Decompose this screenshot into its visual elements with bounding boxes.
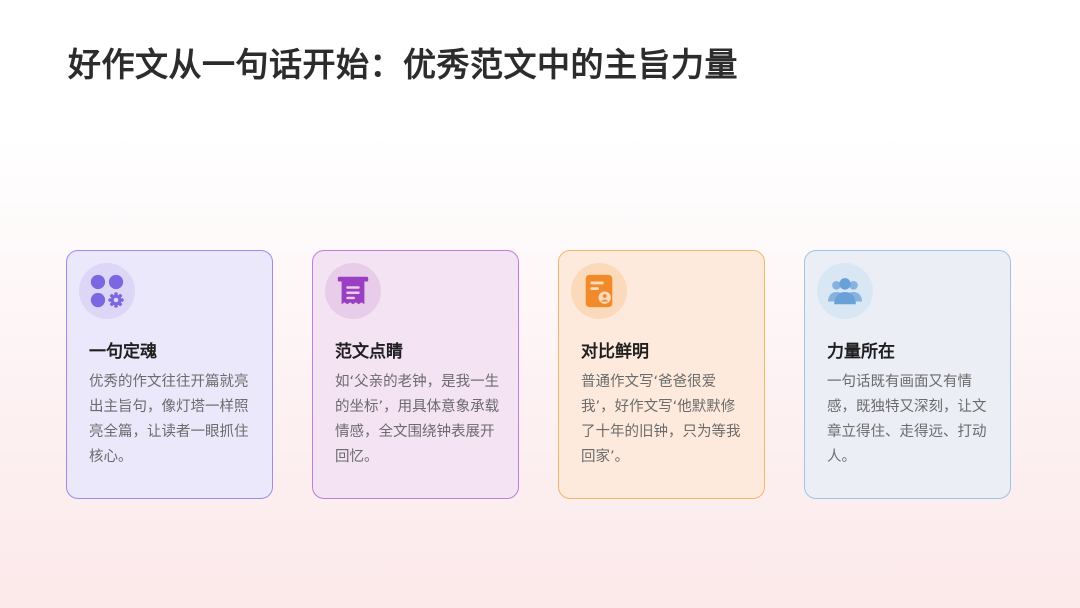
card-description: 如‘父亲的老钟，是我一生的坐标’，用具体意象承载情感，全文围绕钟表展开回忆。 xyxy=(335,374,500,465)
profile-document-icon xyxy=(585,274,613,308)
card-description: 优秀的作文往往开篇就亮出主旨句，像灯塔一样照亮全篇，让读者一眼抓住核心。 xyxy=(89,374,249,465)
feature-card-one-sentence: 一句定魂 优秀的作文往往开篇就亮出主旨句，像灯塔一样照亮全篇，让读者一眼抓住核心… xyxy=(66,250,273,499)
card-title: 范文点睛 xyxy=(335,342,403,362)
slide-title: 好作文从一句话开始：优秀范文中的主旨力量 xyxy=(68,45,738,84)
feature-card-contrast: 对比鲜明 普通作文写‘爸爸很爱我’，好作文写‘他默默修了十年的旧钟，只为等我回家… xyxy=(558,250,765,499)
feature-cards: 一句定魂 优秀的作文往往开篇就亮出主旨句，像灯塔一样照亮全篇，让读者一眼抓住核心… xyxy=(66,250,1016,503)
users-icon xyxy=(827,278,863,305)
feature-card-model-essay: 范文点睛 如‘父亲的老钟，是我一生的坐标’，用具体意象承载情感，全文围绕钟表展开… xyxy=(312,250,519,499)
card-icon-badge xyxy=(325,263,381,319)
card-icon-badge xyxy=(571,263,627,319)
card-title: 对比鲜明 xyxy=(581,342,649,362)
apps-gear-icon xyxy=(90,274,124,308)
card-description: 一句话既有画面又有情感，既独特又深刻，让文章立得住、走得远、打动人。 xyxy=(827,374,987,465)
feature-card-power: 力量所在 一句话既有画面又有情感，既独特又深刻，让文章立得住、走得远、打动人。 xyxy=(804,250,1011,499)
card-icon-badge xyxy=(79,263,135,319)
card-title: 一句定魂 xyxy=(89,342,157,362)
card-icon-badge xyxy=(817,263,873,319)
document-stack-icon xyxy=(337,276,369,305)
card-description: 普通作文写‘爸爸很爱我’，好作文写‘他默默修了十年的旧钟，只为等我回家’。 xyxy=(581,374,741,465)
card-title: 力量所在 xyxy=(827,342,895,362)
